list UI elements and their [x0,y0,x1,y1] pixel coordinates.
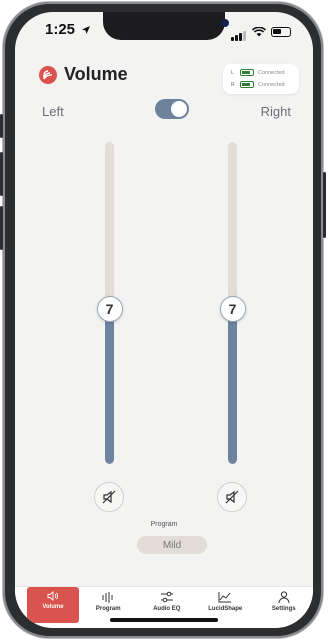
page-title: Volume [64,64,128,84]
program-selector[interactable]: Mild [137,536,207,554]
sliders-icon [160,591,173,603]
home-indicator [110,618,218,622]
camera [221,19,229,27]
battery-icon [240,69,254,76]
battery-icon [240,81,254,88]
location-arrow-icon [82,26,91,34]
notch [103,12,229,40]
screen: 1:25 Volume L Connected R Connected Left… [15,12,313,628]
speaker-icon [47,591,59,601]
volume-up-button [0,152,3,196]
speaker-mute-icon [102,490,116,504]
status-icons [231,23,291,41]
battery-icon [271,27,291,37]
right-volume-thumb[interactable]: 7 [219,296,246,323]
connection-status-card[interactable]: L Connected R Connected [223,64,299,94]
right-volume-fill [228,309,237,464]
connection-row-right: R Connected [231,81,285,88]
left-mute-button[interactable] [94,482,124,512]
cellular-signal-icon [231,23,247,41]
toggle-knob [171,101,187,117]
person-icon [278,591,290,603]
left-volume-thumb[interactable]: 7 [96,296,123,323]
power-button [323,172,326,238]
left-volume-fill [105,309,114,464]
connection-row-left: L Connected [231,69,285,76]
speaker-mute-icon [225,490,239,504]
mute-switch [0,114,3,138]
right-channel-label: Right [260,104,291,119]
app-logo-icon [39,66,57,84]
link-channels-toggle[interactable] [155,99,189,119]
tab-settings[interactable]: Settings [255,587,314,628]
equalizer-bars-icon [102,592,113,603]
volume-down-button [0,206,3,250]
phone-frame: 1:25 Volume L Connected R Connected Left… [0,2,326,638]
wifi-icon [252,27,266,37]
tab-volume[interactable]: Volume [27,587,79,623]
program-label: Program [150,521,178,528]
right-mute-button[interactable] [217,482,247,512]
left-channel-label: Left [42,104,64,119]
curve-chart-icon [218,592,232,603]
status-time: 1:25 [45,21,91,38]
